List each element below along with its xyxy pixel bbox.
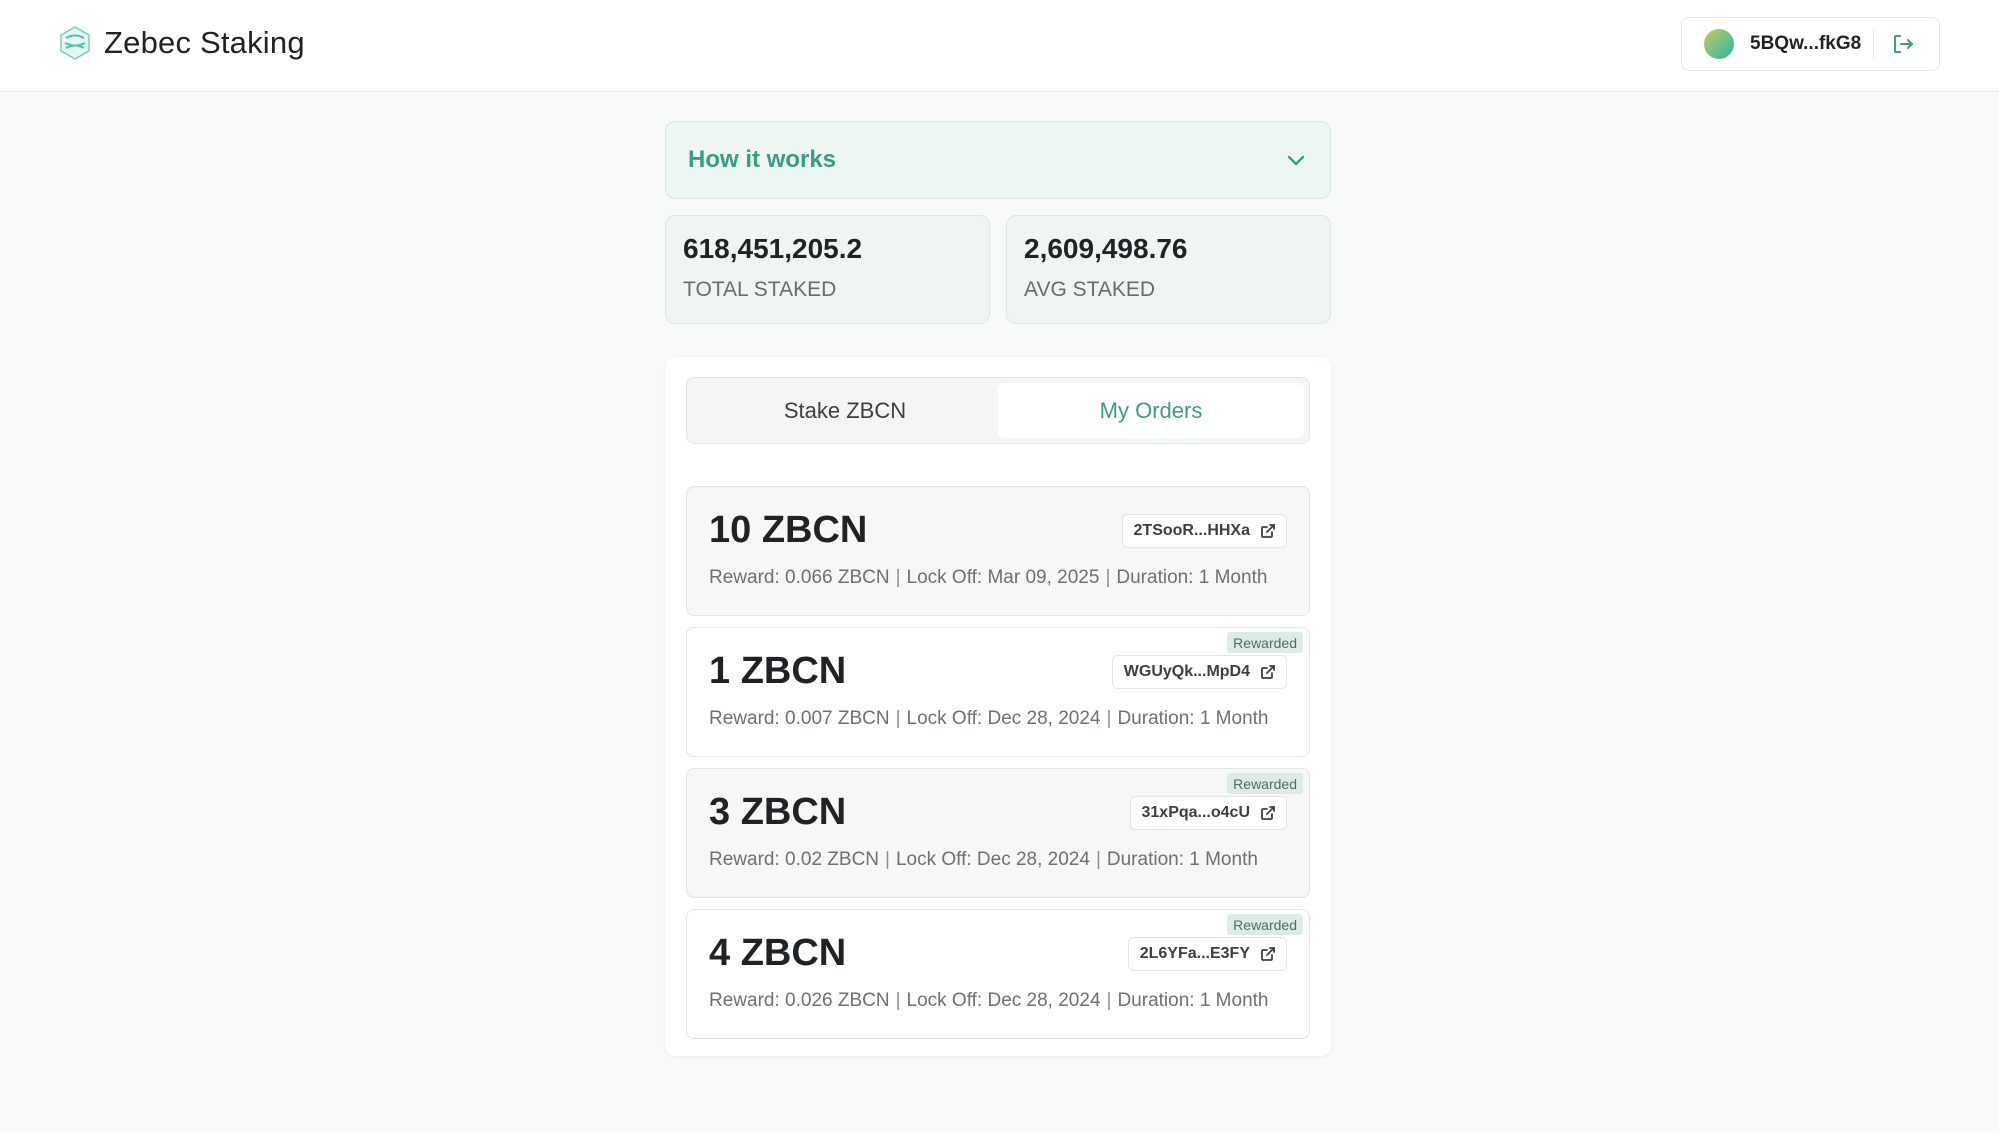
separator: | <box>1106 990 1112 1011</box>
separator: | <box>885 849 890 870</box>
separator: | <box>895 567 901 588</box>
order-details: Reward: 0.026 ZBCN | Lock Off: Dec 28, 202… <box>709 990 1268 1012</box>
order-amount: 1 ZBCN <box>709 650 847 692</box>
order-lock-off: Lock Off: Dec 28, 2024 <box>895 849 1090 870</box>
zebec-logo-icon <box>60 26 90 60</box>
external-link-icon <box>1261 806 1275 820</box>
total-staked-value: 618,451,205.2 <box>683 233 863 264</box>
order-lock-off: Lock Off: Mar 09, 2025 <box>906 567 1100 588</box>
order-lock-off: Lock Off: Dec 28, 2024 <box>906 708 1101 729</box>
orders-list[interactable]: 10 ZBCN 2TSooR...HHXa Reward: 0.066 ZBCN… <box>686 486 1310 1040</box>
transaction-hash: WGUyQk...MpD4 <box>1123 663 1250 680</box>
separator: | <box>1095 849 1101 870</box>
order-details: Reward: 0.066 ZBCN | Lock Off: Mar 09, 202… <box>709 567 1267 589</box>
external-link-icon <box>1261 947 1275 961</box>
order-reward: Reward: 0.02 ZBCN <box>709 849 880 870</box>
total-staked-card: 618,451,205.2 TOTAL STAKED <box>665 215 990 324</box>
tab-my-orders[interactable]: My Orders <box>998 383 1304 438</box>
tab-stake-zbcn[interactable]: Stake ZBCN <box>692 383 998 438</box>
transaction-link[interactable]: 2TSooR...HHXa <box>1121 514 1287 548</box>
transaction-hash: 2TSooR...HHXa <box>1133 522 1250 539</box>
staking-panel: Stake ZBCN My Orders 10 ZBCN 2TSooR...HH… <box>665 357 1331 1056</box>
brand[interactable]: Zebec Staking <box>56 22 305 64</box>
order-card: 10 ZBCN 2TSooR...HHXa Reward: 0.066 ZBCN… <box>686 486 1310 616</box>
brand-name: Zebec Staking <box>104 25 305 60</box>
order-duration: Duration: 1 Month <box>1117 708 1269 729</box>
order-lock-off: Lock Off: Dec 28, 2024 <box>906 990 1101 1011</box>
order-card: Rewarded 3 ZBCN 31xPqa...o4cU Reward: 0.… <box>686 768 1310 898</box>
total-staked-label: TOTAL STAKED <box>683 278 837 301</box>
order-amount: 4 ZBCN <box>709 932 847 974</box>
logout-button[interactable] <box>1888 29 1918 59</box>
how-it-works-accordion[interactable]: How it works <box>665 121 1331 199</box>
wallet-divider <box>1873 29 1875 59</box>
order-reward: Reward: 0.066 ZBCN <box>709 567 890 588</box>
transaction-hash: 31xPqa...o4cU <box>1141 804 1251 821</box>
separator: | <box>895 990 901 1011</box>
order-details: Reward: 0.02 ZBCN | Lock Off: Dec 28, 2024… <box>709 849 1258 871</box>
order-amount: 3 ZBCN <box>709 791 847 833</box>
logout-icon <box>1894 35 1914 53</box>
order-duration: Duration: 1 Month <box>1116 567 1268 588</box>
transaction-link[interactable]: 2L6YFa...E3FY <box>1127 937 1287 971</box>
avg-staked-card: 2,609,498.76 AVG STAKED <box>1006 215 1331 324</box>
order-duration: Duration: 1 Month <box>1117 990 1269 1011</box>
order-reward: Reward: 0.026 ZBCN <box>709 990 890 1011</box>
order-card: Rewarded 4 ZBCN 2L6YFa...E3FY Reward: 0.… <box>686 909 1310 1039</box>
avg-staked-value: 2,609,498.76 <box>1024 233 1188 264</box>
separator: | <box>1105 567 1111 588</box>
tab-bar: Stake ZBCN My Orders <box>686 377 1310 444</box>
avg-staked-label: AVG STAKED <box>1024 278 1156 301</box>
order-reward: Reward: 0.007 ZBCN <box>709 708 890 729</box>
how-it-works-title: How it works <box>688 146 837 173</box>
transaction-hash: 2L6YFa...E3FY <box>1139 945 1250 962</box>
external-link-icon <box>1261 665 1275 679</box>
top-header: Zebec Staking 5BQw...fkG8 <box>0 0 1999 92</box>
order-card: Rewarded 1 ZBCN WGUyQk...MpD4 Reward: 0.… <box>686 627 1310 757</box>
separator: | <box>895 708 901 729</box>
order-amount: 10 ZBCN <box>709 509 868 551</box>
transaction-link[interactable]: 31xPqa...o4cU <box>1129 796 1287 830</box>
rewarded-badge: Rewarded <box>1227 914 1303 935</box>
wallet-address: 5BQw...fkG8 <box>1750 33 1862 54</box>
external-link-icon <box>1261 524 1275 538</box>
wallet-avatar <box>1704 29 1734 59</box>
separator: | <box>1106 708 1112 729</box>
order-details: Reward: 0.007 ZBCN | Lock Off: Dec 28, 202… <box>709 708 1268 730</box>
wallet-button[interactable]: 5BQw...fkG8 <box>1681 17 1940 71</box>
rewarded-badge: Rewarded <box>1227 773 1303 794</box>
order-duration: Duration: 1 Month <box>1106 849 1258 870</box>
transaction-link[interactable]: WGUyQk...MpD4 <box>1111 655 1287 689</box>
chevron-down-icon <box>1287 155 1305 166</box>
rewarded-badge: Rewarded <box>1227 632 1303 653</box>
